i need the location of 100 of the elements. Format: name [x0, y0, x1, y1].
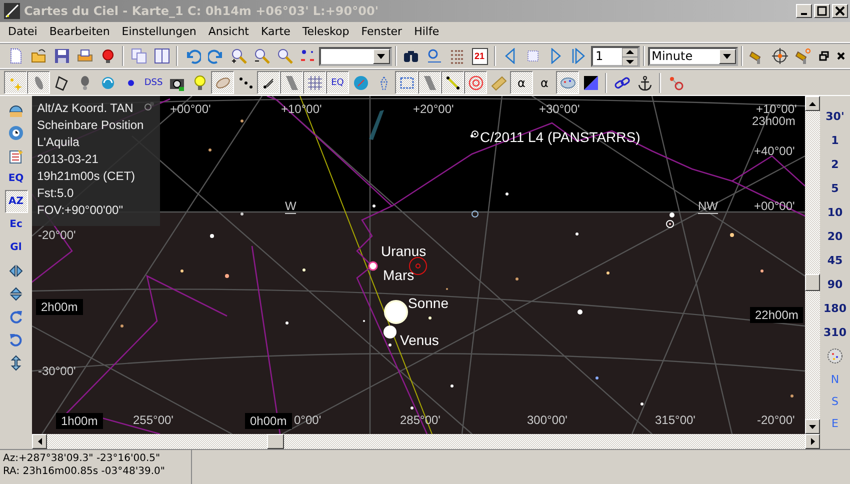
coordinate-label: -30°00' — [38, 364, 76, 378]
info-text: Alt/Az Koord. TAN — [37, 100, 134, 116]
coordinate-label: +30°00' — [539, 102, 580, 116]
undo-arrow-icon — [184, 48, 200, 64]
maximize-icon — [817, 6, 827, 16]
maximize-button[interactable] — [814, 4, 830, 18]
star-filter-dropdown[interactable] — [319, 46, 392, 66]
time-unit-dropdown[interactable]: Minute — [648, 46, 738, 66]
scrollbar-thumb[interactable] — [805, 274, 820, 292]
flip-horizontal-icon — [8, 262, 24, 279]
close-icon — [835, 6, 845, 16]
dot-circle-icon — [668, 74, 684, 91]
menu-item[interactable]: Fenster — [355, 25, 408, 38]
target-button[interactable] — [464, 71, 487, 94]
spin-arrows-icon — [622, 48, 638, 66]
planet-dot — [384, 326, 396, 339]
small-comet-button[interactable] — [257, 71, 280, 94]
menu-item[interactable]: Hilfe — [408, 25, 446, 38]
projection-button[interactable]: Ec — [4, 213, 28, 236]
left-arrow-icon — [38, 438, 42, 446]
zoom-level-button[interactable]: 310 — [824, 320, 846, 344]
info-text: Scheinbare Position — [37, 117, 144, 134]
open-folder-icon — [30, 48, 46, 64]
object-label: Mars — [383, 267, 414, 284]
galaxy-button[interactable] — [211, 71, 234, 94]
ruler-icon — [490, 74, 506, 91]
diagonal-line-icon — [444, 74, 460, 91]
sparkle-stars-button[interactable] — [4, 71, 27, 94]
menu-item[interactable]: Einstellungen — [116, 25, 202, 38]
scroll-right-button[interactable] — [805, 434, 820, 450]
sky-dome-icon — [560, 74, 576, 91]
notepad-icon — [8, 148, 24, 164]
zoom-level-button[interactable]: 180 — [824, 296, 846, 320]
zoom-level-button[interactable]: 5 — [831, 176, 839, 200]
object-label: Uranus — [381, 243, 426, 260]
zoom-in-icon — [230, 48, 246, 64]
time-step-spinner[interactable]: 1 — [590, 46, 640, 67]
projection-button[interactable]: EQ — [4, 167, 28, 190]
scrollbar-thumb[interactable] — [267, 434, 284, 450]
comet-drawing — [369, 110, 384, 140]
ellipse-button[interactable] — [27, 71, 50, 94]
info-text: 19h21m00s (CET) — [37, 168, 136, 184]
chain-link-icon — [614, 74, 630, 91]
target-icon — [468, 74, 484, 91]
menu-item[interactable]: Ansicht — [202, 25, 255, 38]
printer-icon — [76, 48, 92, 64]
scroll-down-button[interactable] — [805, 419, 820, 434]
globe-icon — [827, 348, 843, 364]
coordinate-label: 315°00' — [655, 413, 696, 428]
right-arrow-icon — [810, 438, 814, 446]
diagonal-line-button[interactable] — [441, 71, 464, 94]
zoom-level-button[interactable]: 90 — [827, 272, 843, 296]
sky-dome-button[interactable] — [556, 71, 579, 94]
calendar-button[interactable]: 21 — [472, 48, 488, 65]
band-button[interactable] — [280, 71, 303, 94]
toggle-button[interactable]: α — [510, 71, 533, 94]
list-icon — [449, 48, 466, 64]
minimize-button[interactable] — [796, 4, 812, 18]
circle-icon — [144, 103, 152, 112]
zoom-level-button[interactable]: 1 — [831, 128, 839, 152]
band-button[interactable] — [418, 71, 441, 94]
coordinate-label: -20°00' — [757, 413, 795, 428]
toggle-button[interactable]: α — [533, 71, 556, 94]
toggle-button[interactable]: EQ — [326, 71, 349, 94]
menu-item[interactable]: Karte — [255, 25, 296, 38]
fast-forward-icon — [571, 48, 588, 64]
projection-button[interactable]: Gl — [4, 236, 28, 260]
direction-label: NW — [698, 199, 718, 214]
zoom-level-button[interactable]: 20 — [827, 224, 843, 248]
direction-label: W — [285, 199, 296, 214]
grid-button[interactable] — [303, 71, 326, 94]
coordinate-label: 0h00m — [245, 413, 292, 430]
close-button[interactable] — [832, 4, 848, 18]
scroll-left-button[interactable] — [32, 434, 47, 450]
projection-button[interactable]: AZ — [4, 190, 28, 214]
restore-icon — [818, 51, 829, 62]
zoom-level-button[interactable]: 2 — [831, 152, 839, 176]
zoom-level-button[interactable]: 10 — [827, 200, 843, 224]
band-icon — [422, 74, 438, 91]
binoculars-icon — [403, 48, 420, 64]
menu-item[interactable]: Teleskop — [296, 25, 356, 38]
coordinate-label: 2h00m — [36, 299, 83, 316]
menu-item[interactable]: Datei — [2, 25, 44, 38]
menu-item[interactable]: Bearbeiten — [43, 25, 116, 38]
info-text: FOV:+90°00'00" — [37, 202, 123, 218]
scroll-up-button[interactable] — [805, 96, 820, 112]
compass-icon — [352, 74, 368, 91]
coordinate-label: +20°00' — [413, 102, 454, 116]
object-label: Venus — [400, 332, 439, 348]
light-bulb-icon — [192, 74, 208, 91]
rotate-counterclockwise-icon — [8, 332, 24, 348]
coordinate-label: 300°00' — [527, 413, 568, 428]
vertical-arrows-icon — [8, 354, 24, 371]
toggle-button[interactable]: DSS — [142, 71, 165, 94]
status-text: Az:+287°38'09.3" -23°16'00.5" — [3, 452, 162, 466]
zoom-level-button[interactable]: 30' — [826, 104, 844, 128]
zoom-level-button[interactable]: 45 — [827, 248, 843, 272]
dotted-square-button[interactable] — [395, 71, 418, 94]
object-label: Sonne — [408, 295, 448, 312]
coordinate-label: 23h00m — [752, 114, 796, 128]
